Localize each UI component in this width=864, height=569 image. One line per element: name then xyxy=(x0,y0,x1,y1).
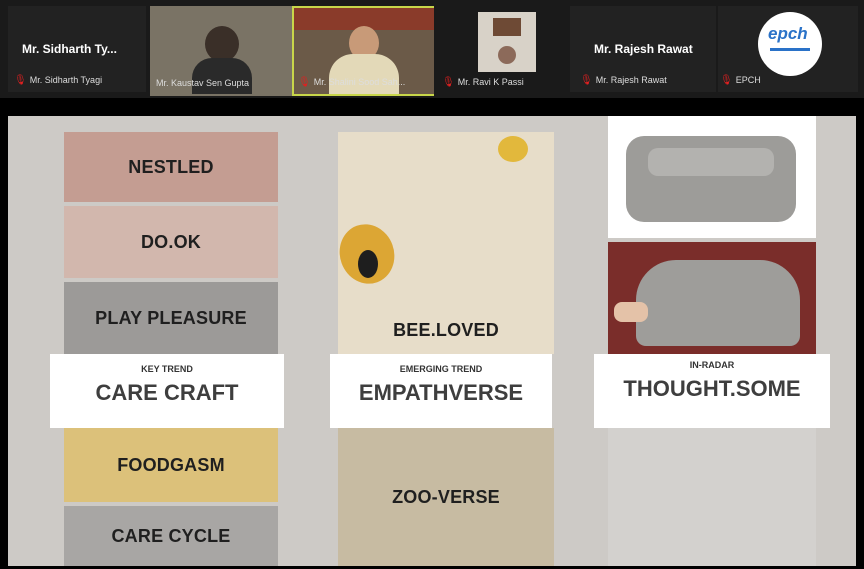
participant-header: Mr. Rajesh Rawat xyxy=(594,42,693,56)
trend-band-in-radar: IN-RADAR THOUGHT.SOME xyxy=(594,354,830,428)
sofa-chair-image xyxy=(608,116,816,238)
logo-line xyxy=(770,48,810,51)
participant-name: 🎙 Mr. Rajesh Rawat xyxy=(580,75,667,86)
bee-icon xyxy=(498,136,528,162)
trend-category: IN-RADAR xyxy=(689,360,735,370)
participant-tile[interactable]: Mr. Sidharth Ty... 🎙 Mr. Sidharth Tyagi xyxy=(8,6,146,92)
participant-header: Mr. Sidharth Ty... xyxy=(22,42,117,56)
trend-title: EMPATHVERSE xyxy=(358,380,524,405)
bee-body xyxy=(358,250,378,278)
epch-logo: epch xyxy=(758,12,822,76)
mic-muted-icon: 🎙 xyxy=(298,77,311,88)
trend-card-dook: DO.OK xyxy=(64,206,278,278)
participant-name: 🎙 Mr. Ravi K Passi xyxy=(442,77,524,88)
participant-tile[interactable]: epch 🎙 EPCH xyxy=(718,6,858,92)
trend-title: THOUGHT.SOME xyxy=(623,376,801,401)
trend-title: CARE CRAFT xyxy=(95,380,239,405)
cushion xyxy=(636,260,800,346)
armchair-cushion xyxy=(648,148,774,176)
shared-screen-top-bar xyxy=(0,98,864,116)
participant-video-tile-active[interactable]: 🎙 Mr. Shalini Sood Sah... xyxy=(292,6,436,96)
mic-muted-icon: 🎙 xyxy=(720,75,733,86)
trend-band-emerging-trend: EMERGING TREND EMPATHVERSE xyxy=(330,354,552,428)
participant-body xyxy=(192,58,252,94)
participant-name: 🎙 Mr. Shalini Sood Sah... xyxy=(298,77,406,88)
trend-category: KEY TREND xyxy=(141,364,193,374)
empty-panel xyxy=(608,428,816,566)
mic-muted-icon: 🎙 xyxy=(14,75,27,86)
participant-name: 🎙 EPCH xyxy=(720,75,761,86)
trend-card-zoo-verse: ZOO-VERSE xyxy=(338,428,554,566)
wall-frame xyxy=(493,18,521,36)
trend-category: EMERGING TREND xyxy=(399,364,483,374)
participant-name: 🎙 Mr. Sidharth Tyagi xyxy=(14,75,103,86)
cushion-hands-image xyxy=(608,242,816,354)
trend-card-play-pleasure: PLAY PLEASURE xyxy=(64,282,278,354)
participant-video xyxy=(478,12,536,72)
trend-card-care-cycle: CARE CYCLE xyxy=(64,506,278,566)
trend-band-key-trend: KEY TREND CARE CRAFT xyxy=(50,354,284,428)
participant-video-tile[interactable]: 🎙 Mr. Ravi K Passi xyxy=(434,6,572,96)
hand xyxy=(614,302,648,322)
participant-body xyxy=(329,54,399,94)
trend-card-bee-loved: BEE.LOVED xyxy=(393,319,499,340)
mic-muted-icon: 🎙 xyxy=(580,75,593,86)
participant-video-tile[interactable]: Mr. Kaustav Sen Gupta xyxy=(150,6,294,96)
mic-muted-icon: 🎙 xyxy=(442,77,455,88)
participant-avatar xyxy=(205,26,239,62)
trend-card-nestled: NESTLED xyxy=(64,132,278,202)
participant-name: Mr. Kaustav Sen Gupta xyxy=(156,78,250,88)
participant-tile[interactable]: Mr. Rajesh Rawat 🎙 Mr. Rajesh Rawat xyxy=(570,6,716,92)
participant-strip: Mr. Sidharth Ty... 🎙 Mr. Sidharth Tyagi M… xyxy=(0,0,864,98)
participant-avatar xyxy=(498,46,516,64)
trend-image-bee: BEE.LOVED xyxy=(331,132,554,354)
trend-card-foodgasm: FOODGASM xyxy=(64,428,278,502)
epch-logo-text: epch xyxy=(768,24,808,43)
shared-slide: NESTLED DO.OK PLAY PLEASURE BEE.LOVED KE… xyxy=(8,116,856,566)
